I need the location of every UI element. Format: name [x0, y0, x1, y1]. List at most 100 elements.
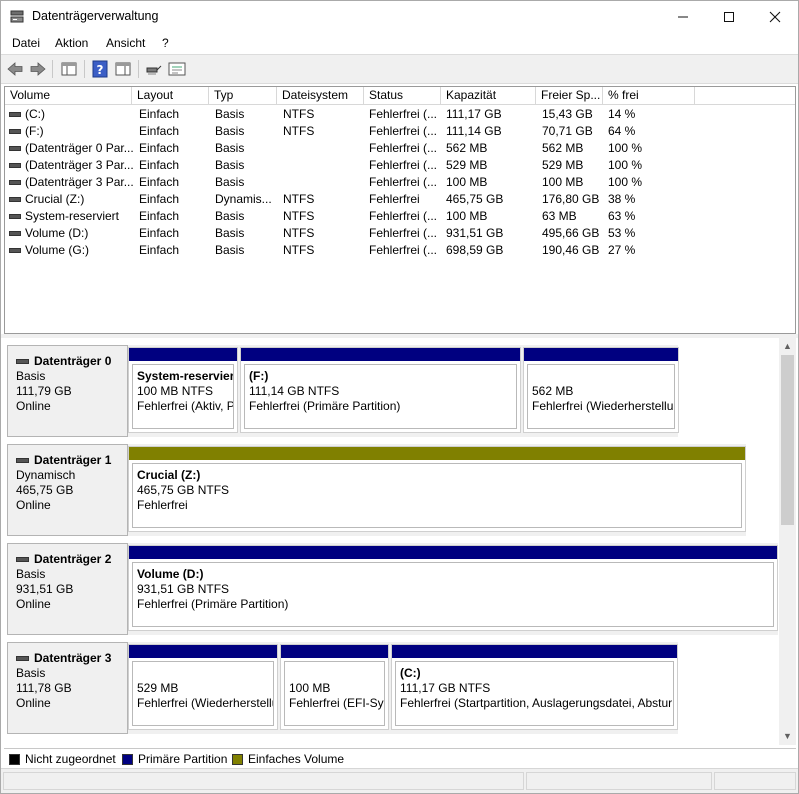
- disk-state: Online: [16, 498, 51, 512]
- close-button[interactable]: [752, 1, 798, 32]
- disk-state: Online: [16, 399, 51, 413]
- column-header-status[interactable]: Status: [364, 87, 441, 105]
- volume-disk-icon: [9, 214, 21, 219]
- column-header-typ[interactable]: Typ: [209, 87, 277, 105]
- cell-freier-speicher: 100 MB: [542, 175, 584, 189]
- partition-size-fs: 100 MB NTFS: [137, 384, 214, 398]
- cell-volume: Volume (G:): [25, 243, 90, 257]
- partition-info: (C:) 111,17 GB NTFS Fehlerfrei (Startparti…: [395, 661, 674, 726]
- cell-freier-speicher: 190,46 GB: [542, 243, 600, 257]
- volume-row[interactable]: (C:) Einfach Basis NTFS Fehlerfrei (... 111,1…: [5, 106, 695, 123]
- scroll-down-icon[interactable]: ▼: [779, 728, 796, 745]
- volume-row[interactable]: Volume (D:) Einfach Basis NTFS Fehlerfrei (.…: [5, 225, 695, 242]
- disk-name-text: Datenträger 2: [34, 552, 112, 566]
- volume-row[interactable]: (Datenträger 3 Par... Einfach Basis Fehlerf…: [5, 174, 695, 191]
- cell-prozent-frei: 38 %: [608, 192, 636, 206]
- menu-help[interactable]: ?: [162, 36, 169, 50]
- column-header-kapazitaet[interactable]: Kapazität: [441, 87, 536, 105]
- partition-status: Fehlerfrei (Wiederherstellu: [137, 696, 274, 710]
- cell-dateisystem: NTFS: [283, 124, 315, 138]
- partition-block[interactable]: (C:) 111,17 GB NTFS Fehlerfrei (Startparti…: [391, 644, 678, 730]
- console-tree-icon[interactable]: [59, 59, 79, 79]
- cell-dateisystem: NTFS: [283, 192, 315, 206]
- column-header-prozent-frei[interactable]: % frei: [603, 87, 695, 105]
- partition-block[interactable]: 529 MB Fehlerfrei (Wiederherstellu: [128, 644, 278, 730]
- column-header-volume[interactable]: Volume: [5, 87, 132, 105]
- partition-block[interactable]: 100 MB Fehlerfrei (EFI-Syst: [280, 644, 389, 730]
- cell-typ: Basis: [215, 124, 245, 138]
- partition-block[interactable]: Crucial (Z:) 465,75 GB NTFS Fehlerfrei: [128, 446, 746, 532]
- partition-name: (F:): [249, 369, 269, 383]
- title-bar[interactable]: Datenträgerverwaltung: [1, 1, 798, 32]
- disk-label-1[interactable]: Datenträger 1 Dynamisch 465,75 GB Online: [7, 444, 128, 536]
- volume-row[interactable]: (Datenträger 3 Par... Einfach Basis Fehlerf…: [5, 157, 695, 174]
- column-header-freier-speicher[interactable]: Freier Sp...: [536, 87, 603, 105]
- vertical-scrollbar[interactable]: ▲ ▼: [779, 338, 796, 745]
- volume-row[interactable]: (F:) Einfach Basis NTFS Fehlerfrei (... 111,1…: [5, 123, 695, 140]
- partition-block[interactable]: 562 MB Fehlerfrei (Wiederherstellu: [523, 347, 679, 433]
- cell-volume: (Datenträger 0 Par...: [25, 141, 133, 155]
- help-icon[interactable]: ?: [90, 59, 110, 79]
- disk-management-app-icon: [10, 10, 24, 23]
- back-arrow-icon[interactable]: [5, 59, 25, 79]
- disk-label-3[interactable]: Datenträger 3 Basis 111,78 GB Online: [7, 642, 128, 734]
- cell-typ: Basis: [215, 141, 245, 155]
- volume-row[interactable]: Volume (G:) Einfach Basis NTFS Fehlerfrei (.…: [5, 242, 695, 259]
- partition-block[interactable]: Volume (D:) 931,51 GB NTFS Fehlerfrei (Pri…: [128, 545, 778, 631]
- cell-kapazitaet: 111,17 GB: [446, 107, 502, 121]
- cell-dateisystem: NTFS: [283, 226, 315, 240]
- maximize-button[interactable]: [706, 1, 752, 32]
- minimize-button[interactable]: [660, 1, 706, 32]
- disk-label-2[interactable]: Datenträger 2 Basis 931,51 GB Online: [7, 543, 128, 635]
- column-header-layout[interactable]: Layout: [132, 87, 209, 105]
- column-header-dateisystem[interactable]: Dateisystem: [277, 87, 364, 105]
- disk-management-window: Datenträgerverwaltung Datei Aktion Ansic…: [0, 0, 799, 794]
- cell-volume: (F:): [25, 124, 44, 138]
- volume-disk-icon: [9, 146, 21, 151]
- volume-row[interactable]: Crucial (Z:) Einfach Dynamis... NTFS Fehlerf…: [5, 191, 695, 208]
- scrollbar-thumb[interactable]: [781, 355, 794, 525]
- cell-status: Fehlerfrei (...: [369, 141, 438, 155]
- disk-type: Basis: [16, 666, 46, 680]
- minimize-icon: [678, 16, 688, 18]
- scroll-up-icon[interactable]: ▲: [779, 338, 796, 355]
- cell-layout: Einfach: [139, 158, 180, 172]
- disk-size: 465,75 GB: [16, 483, 74, 497]
- status-section-main: [3, 772, 524, 790]
- partition-name: [137, 666, 273, 681]
- disk-name: Datenträger 0: [16, 354, 127, 369]
- window-title: Datenträgerverwaltung: [32, 9, 159, 23]
- svg-text:?: ?: [97, 63, 104, 77]
- volume-row[interactable]: System-reserviert Einfach Basis NTFS Fehlerf…: [5, 208, 695, 225]
- cell-kapazitaet: 698,59 GB: [446, 243, 504, 257]
- volume-row[interactable]: (Datenträger 0 Par... Einfach Basis Fehlerf…: [5, 140, 695, 157]
- partition-color-bar: [281, 645, 388, 658]
- cell-kapazitaet: 111,14 GB: [446, 124, 502, 138]
- forward-arrow-icon[interactable]: [28, 59, 48, 79]
- cell-prozent-frei: 100 %: [608, 141, 643, 155]
- menu-datei[interactable]: Datei: [12, 36, 40, 50]
- connect-icon[interactable]: [144, 59, 164, 79]
- disk-size: 111,78 GB: [16, 681, 72, 695]
- details-pane-icon[interactable]: [113, 59, 133, 79]
- status-section-3: [714, 772, 796, 790]
- menu-aktion[interactable]: Aktion: [55, 36, 88, 50]
- partition-color-bar: [129, 447, 745, 460]
- cell-volume: (Datenträger 3 Par...: [25, 158, 133, 172]
- legend-label-simple: Einfaches Volume: [248, 752, 345, 766]
- disk-name: Datenträger 1: [16, 453, 127, 468]
- cell-freier-speicher: 15,43 GB: [542, 107, 593, 121]
- cell-layout: Einfach: [139, 243, 180, 257]
- partition-name: Volume (D:): [137, 567, 204, 581]
- properties-icon[interactable]: [167, 59, 187, 79]
- disk-label-0[interactable]: Datenträger 0 Basis 111,79 GB Online: [7, 345, 128, 437]
- cell-prozent-frei: 100 %: [608, 175, 643, 189]
- cell-freier-speicher: 176,80 GB: [542, 192, 600, 206]
- partition-block[interactable]: System-reservier 100 MB NTFS Fehlerfrei (A…: [128, 347, 238, 433]
- partition-block[interactable]: (F:) 111,14 GB NTFS Fehlerfrei (Primäre Pa…: [240, 347, 521, 433]
- partition-status: Fehlerfrei (Startpartition, Auslagerungs…: [400, 696, 673, 710]
- menu-ansicht[interactable]: Ansicht: [106, 36, 145, 50]
- partition-name: Crucial (Z:): [137, 468, 201, 482]
- cell-kapazitaet: 931,51 GB: [446, 226, 504, 240]
- cell-typ: Basis: [215, 209, 245, 223]
